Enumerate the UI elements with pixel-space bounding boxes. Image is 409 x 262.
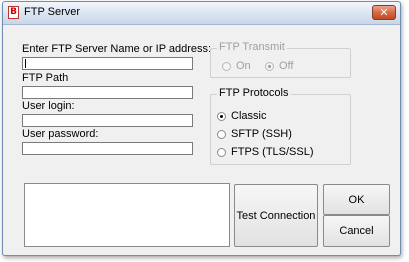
password-input[interactable] [22,142,193,155]
ftp-server-dialog: B FTP Server ✕ Enter FTP Server Name or … [2,1,401,256]
server-input[interactable] [22,57,193,70]
protocol-classic-radio[interactable]: Classic [217,110,266,122]
close-button[interactable]: ✕ [372,5,396,20]
protocols-group-title: FTP Protocols [217,87,291,99]
transmit-on-radio[interactable]: On [222,60,251,72]
radio-selected-icon [217,111,226,121]
login-input[interactable] [22,114,193,127]
close-icon: ✕ [379,6,389,19]
path-input[interactable] [22,86,193,99]
transmit-off-radio[interactable]: Off [265,60,293,72]
ok-button[interactable]: OK [323,184,390,215]
path-label: FTP Path [22,72,69,84]
radio-circle-icon [217,129,226,139]
protocol-ftps-radio[interactable]: FTPS (TLS/SSL) [217,146,314,158]
test-connection-button[interactable]: Test Connection [234,184,318,247]
text-caret [25,59,26,68]
server-label: Enter FTP Server Name or IP address: [22,43,212,55]
transmit-group: FTP Transmit On Off [210,41,351,78]
radio-selected-icon [265,61,274,71]
title-bar[interactable]: B FTP Server ✕ [3,2,400,25]
login-label: User login: [22,100,75,112]
radio-circle-icon [217,147,226,157]
protocols-group: FTP Protocols Classic SFTP (SSH) FTPS (T… [210,87,351,165]
window-title: FTP Server [24,6,81,18]
radio-circle-icon [222,61,231,71]
password-label: User password: [22,128,99,140]
ftp-app-icon: B [8,6,19,19]
transmit-group-title: FTP Transmit [217,41,287,53]
protocol-sftp-radio[interactable]: SFTP (SSH) [217,128,292,140]
cancel-button[interactable]: Cancel [323,215,390,247]
status-log-box[interactable] [24,183,230,247]
